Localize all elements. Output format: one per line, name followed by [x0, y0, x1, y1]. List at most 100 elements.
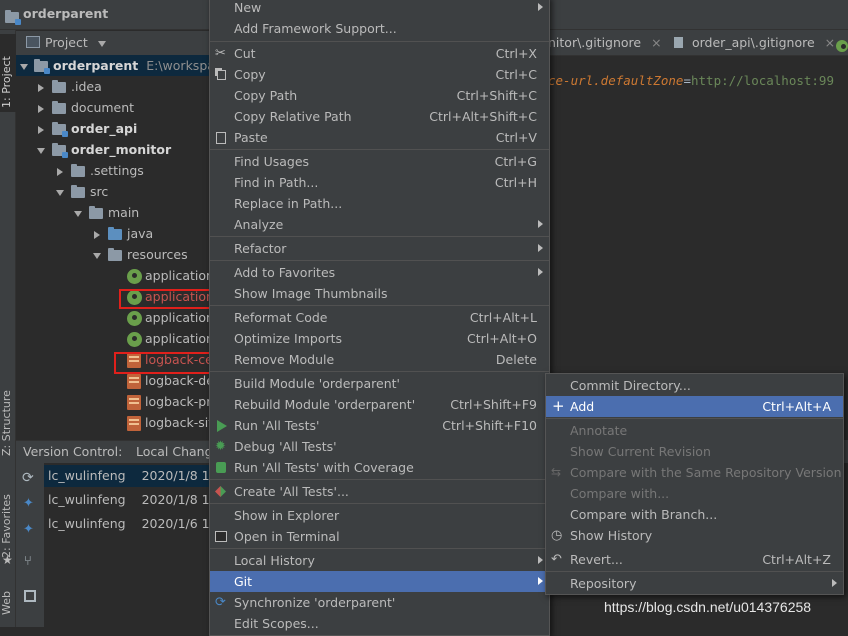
menu-item-copy-path[interactable]: Copy Path Ctrl+Shift+C — [210, 85, 549, 106]
menu-label: Cut — [234, 46, 256, 61]
cherry-pick-icon[interactable]: ✦ — [23, 496, 34, 511]
menu-item-find-in-path[interactable]: Find in Path... Ctrl+H — [210, 172, 549, 193]
tab-local-changes[interactable]: Local Change — [136, 444, 220, 459]
menu-item-run-with-coverage[interactable]: Run 'All Tests' with Coverage — [210, 457, 549, 478]
tree-item-order-api[interactable]: order_api — [38, 118, 137, 139]
tab-monitor-gitignore[interactable]: nitor\.gitignore × — [548, 35, 662, 50]
menu-item-add-to-favorites[interactable]: Add to Favorites — [210, 262, 549, 283]
menu-item-compare-same-repo-version[interactable]: ⇆ Compare with the Same Repository Versio… — [546, 462, 843, 483]
menu-label: Annotate — [570, 423, 628, 438]
menu-item-compare-with[interactable]: Compare with... — [546, 483, 843, 504]
expand-icon[interactable] — [74, 210, 82, 217]
menu-item-local-history[interactable]: Local History — [210, 550, 549, 571]
expand-icon[interactable] — [37, 147, 45, 154]
menu-item-commit-directory[interactable]: Commit Directory... — [546, 375, 843, 396]
copy-icon — [217, 70, 226, 80]
menu-item-repository[interactable]: Repository — [546, 573, 843, 594]
menu-item-debug-all-tests[interactable]: ✹ Debug 'All Tests' — [210, 436, 549, 457]
expand-icon[interactable] — [20, 63, 28, 70]
menu-item-reformat-code[interactable]: Reformat Code Ctrl+Alt+L — [210, 307, 549, 328]
web-tool-tab[interactable]: Web — [0, 585, 16, 615]
tree-item-document[interactable]: document — [38, 97, 134, 118]
menu-item-remove-module[interactable]: Remove Module Delete — [210, 349, 549, 370]
expand-icon[interactable] — [38, 125, 44, 134]
panel-icon[interactable] — [24, 590, 36, 602]
tree-item-orderparent[interactable]: orderparent E:\workspace — [20, 55, 229, 76]
menu-item-edit-scopes[interactable]: Edit Scopes... — [210, 613, 549, 634]
tree-item-application-1[interactable]: application — [127, 265, 214, 286]
menu-item-synchronize[interactable]: ⟳ Synchronize 'orderparent' — [210, 592, 549, 613]
chevron-down-icon — [97, 40, 106, 47]
tree-item-logback-sit[interactable]: logback-sit — [127, 412, 213, 433]
xml-file-icon — [127, 374, 141, 389]
menu-item-rebuild-module[interactable]: Rebuild Module 'orderparent' Ctrl+Shift+F… — [210, 394, 549, 415]
menu-item-refactor[interactable]: Refactor — [210, 238, 549, 259]
project-root-title[interactable]: orderparent — [23, 6, 108, 21]
tab-order-api-gitignore[interactable]: order_api\.gitignore × — [674, 35, 835, 50]
compare-icon[interactable]: ✦ — [23, 522, 34, 537]
tree-item-application-4[interactable]: application — [127, 328, 214, 349]
tree-item-resources[interactable]: resources — [93, 244, 188, 265]
tree-item-order-monitor[interactable]: order_monitor — [37, 139, 171, 160]
expand-icon[interactable] — [94, 230, 100, 239]
menu-label: Repository — [570, 576, 637, 591]
menu-item-compare-with-branch[interactable]: Compare with Branch... — [546, 504, 843, 525]
expand-icon[interactable] — [38, 83, 44, 92]
tree-label: java — [127, 226, 154, 241]
menu-item-run-all-tests[interactable]: Run 'All Tests' Ctrl+Shift+F10 — [210, 415, 549, 436]
structure-tool-tab[interactable]: Z: Structure — [0, 386, 16, 456]
menu-item-copy-relative-path[interactable]: Copy Relative Path Ctrl+Alt+Shift+C — [210, 106, 549, 127]
menu-item-show-image-thumbnails[interactable]: Show Image Thumbnails — [210, 283, 549, 304]
expand-icon[interactable] — [56, 189, 64, 196]
tab-label: nitor\.gitignore — [548, 35, 642, 50]
expand-icon[interactable] — [57, 167, 63, 176]
vc-log-row[interactable]: lc_wulinfeng 2020/1/8 17:4 — [48, 465, 230, 486]
menu-item-new[interactable]: New — [210, 0, 549, 18]
menu-item-show-current-revision[interactable]: Show Current Revision — [546, 441, 843, 462]
project-view-selector[interactable]: Project — [45, 35, 106, 50]
menu-separator — [210, 548, 549, 549]
code-key: ce-url.defaultZone — [548, 73, 684, 88]
tree-label: application — [145, 331, 214, 346]
tree-item-idea[interactable]: .idea — [38, 76, 102, 97]
close-icon[interactable]: × — [825, 35, 835, 50]
menu-item-show-history[interactable]: ◷ Show History — [546, 525, 843, 546]
tree-item-main[interactable]: main — [74, 202, 139, 223]
menu-item-create-all-tests[interactable]: Create 'All Tests'... — [210, 481, 549, 502]
refresh-icon[interactable]: ⟳ — [22, 470, 34, 486]
menu-item-open-in-terminal[interactable]: Open in Terminal — [210, 526, 549, 547]
menu-item-annotate[interactable]: Annotate — [546, 420, 843, 441]
expand-icon[interactable] — [38, 104, 44, 113]
tree-item-application-3[interactable]: application — [127, 307, 214, 328]
menu-item-copy[interactable]: Copy Ctrl+C — [210, 64, 549, 85]
menu-item-revert[interactable]: ↶ Revert... Ctrl+Alt+Z — [546, 549, 843, 570]
tree-item-src[interactable]: src — [56, 181, 108, 202]
menu-item-replace-in-path[interactable]: Replace in Path... — [210, 193, 549, 214]
code-eq: = — [683, 73, 691, 88]
vc-log-row[interactable]: lc_wulinfeng 2020/1/8 10:2 — [48, 489, 230, 510]
menu-item-add-framework-support[interactable]: Add Framework Support... — [210, 18, 549, 39]
menu-item-optimize-imports[interactable]: Optimize Imports Ctrl+Alt+O — [210, 328, 549, 349]
menu-item-show-in-explorer[interactable]: Show in Explorer — [210, 505, 549, 526]
tree-item-logback-pr[interactable]: logback-pr — [127, 391, 211, 412]
favorites-tool-tab[interactable]: 2: Favorites — [0, 488, 16, 558]
menu-item-find-usages[interactable]: Find Usages Ctrl+G — [210, 151, 549, 172]
tree-item-settings[interactable]: .settings — [57, 160, 144, 181]
menu-label: Copy Path — [234, 88, 298, 103]
menu-label: Find in Path... — [234, 175, 319, 190]
tree-item-java[interactable]: java — [94, 223, 153, 244]
expand-icon[interactable] — [93, 252, 101, 259]
menu-item-analyze[interactable]: Analyze — [210, 214, 549, 235]
menu-item-paste[interactable]: Paste Ctrl+V — [210, 127, 549, 148]
module-folder-icon — [52, 143, 68, 158]
menu-item-git[interactable]: Git — [210, 571, 549, 592]
submenu-arrow-icon — [538, 268, 543, 276]
branch-icon[interactable]: ⑂ — [24, 554, 32, 569]
menu-item-build-module[interactable]: Build Module 'orderparent' — [210, 373, 549, 394]
close-icon[interactable]: × — [651, 35, 661, 50]
code-line[interactable]: ce-url.defaultZone=http://localhost:99 — [548, 73, 834, 88]
tree-label: src — [90, 184, 109, 199]
menu-item-cut[interactable]: ✂ Cut Ctrl+X — [210, 43, 549, 64]
vc-log-row[interactable]: lc_wulinfeng 2020/1/6 17:5 — [48, 513, 230, 534]
menu-item-add[interactable]: + Add Ctrl+Alt+A — [546, 396, 843, 417]
